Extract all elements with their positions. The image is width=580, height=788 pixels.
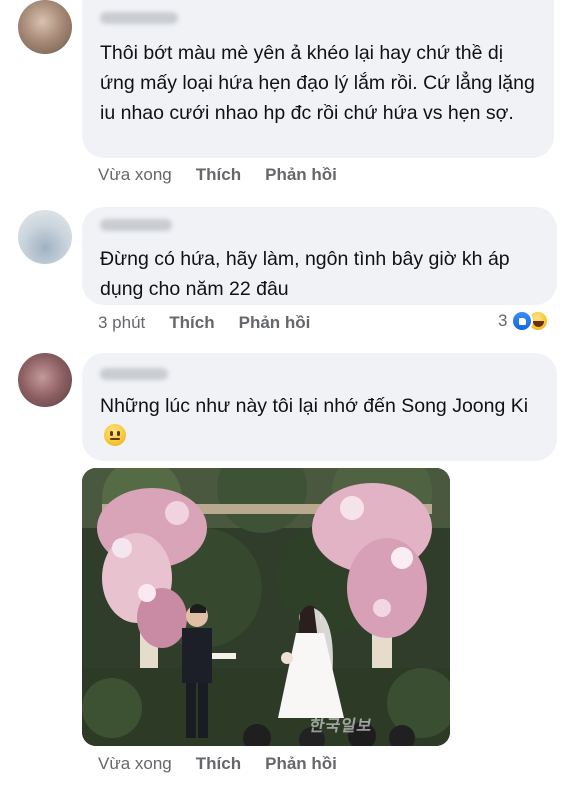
commenter-avatar[interactable]	[18, 210, 72, 264]
comment-bubble: Những lúc như này tôi lại nhớ đến Song J…	[82, 353, 557, 461]
comment-photo[interactable]: 한국일보	[82, 468, 450, 746]
neutral-face-icon	[104, 424, 126, 446]
comment-text-wrap: Những lúc như này tôi lại nhớ đến Song J…	[100, 391, 543, 451]
reaction-summary[interactable]: 3	[498, 310, 550, 332]
commenter-name-blurred[interactable]	[100, 12, 178, 24]
comment-text: Thôi bớt màu mè yên ả khéo lại hay chứ t…	[100, 42, 535, 124]
comment-timestamp[interactable]: 3 phút	[98, 313, 145, 333]
comment-timestamp[interactable]: Vừa xong	[98, 165, 172, 185]
comment-timestamp[interactable]: Vừa xong	[98, 754, 172, 774]
reply-button[interactable]: Phản hồi	[265, 754, 337, 774]
commenter-name-blurred[interactable]	[100, 219, 172, 231]
commenter-name-blurred[interactable]	[100, 368, 168, 380]
like-button[interactable]: Thích	[196, 754, 241, 774]
comment-text: Đừng có hứa, hãy làm, ngôn tình bây giờ …	[100, 248, 510, 300]
commenter-avatar[interactable]	[18, 0, 72, 54]
comment-text: Những lúc như này tôi lại nhớ đến Song J…	[100, 395, 529, 417]
comment-bubble: Đừng có hứa, hãy làm, ngôn tình bây giờ …	[82, 207, 557, 305]
comment-actions: Vừa xong Thích Phản hồi	[98, 165, 361, 185]
reply-button[interactable]: Phản hồi	[239, 313, 311, 333]
commenter-avatar[interactable]	[18, 353, 72, 407]
comment-actions: 3 phút Thích Phản hồi	[98, 313, 334, 333]
like-button[interactable]: Thích	[196, 165, 241, 185]
comment-actions: Vừa xong Thích Phản hồi	[98, 754, 361, 774]
photo-watermark: 한국일보	[308, 718, 374, 735]
reply-button[interactable]: Phản hồi	[265, 165, 337, 185]
comment-bubble: Thôi bớt màu mè yên ả khéo lại hay chứ t…	[82, 0, 554, 158]
like-button[interactable]: Thích	[169, 313, 214, 333]
reaction-count: 3	[498, 311, 508, 330]
